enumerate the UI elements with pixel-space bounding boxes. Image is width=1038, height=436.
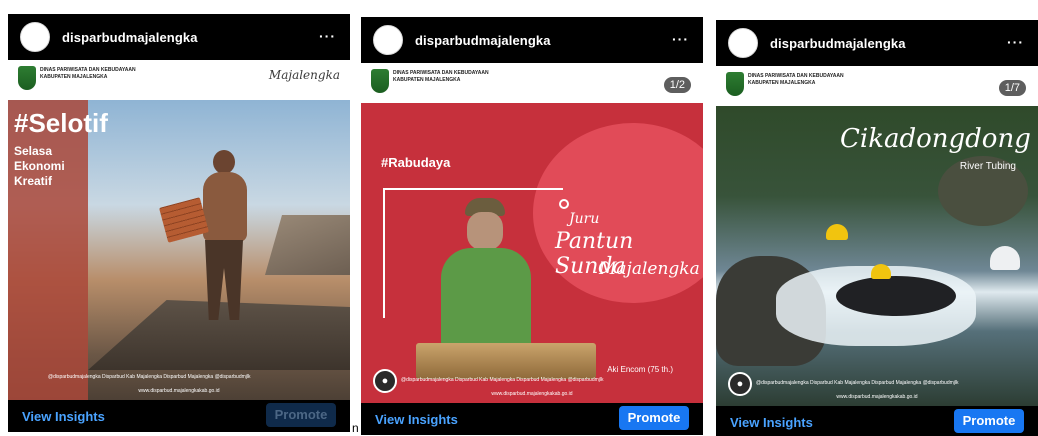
more-options-icon[interactable]: ···: [1007, 34, 1024, 50]
action-bar: View Insights Promote: [716, 406, 1038, 436]
regency-emblem-icon: [726, 72, 744, 96]
avatar-logo: [377, 34, 399, 46]
avatar[interactable]: [728, 28, 758, 58]
stray-text: n: [352, 421, 359, 435]
post-header: disparbudmajalengka ···: [8, 14, 350, 60]
inner-tube: [836, 276, 956, 316]
post-card: disparbudmajalengka ··· #Rabudaya Juru P…: [361, 17, 703, 435]
username[interactable]: disparbudmajalengka: [62, 30, 198, 45]
pantun-sunda-artwork: #Rabudaya Juru Pantun Sunda Majalengka A…: [361, 103, 703, 403]
yellow-helmet: [826, 224, 848, 240]
carousel-counter: 1/2: [663, 77, 691, 93]
kacapi-instrument: [416, 343, 596, 379]
avatar[interactable]: [373, 25, 403, 55]
bricks: [159, 197, 209, 243]
shed-roof: [265, 215, 350, 275]
post-subtitle: River Tubing: [959, 161, 1016, 172]
script-title-line-1: Juru: [569, 211, 600, 227]
post-image[interactable]: #Selotif Selasa Ekonomi Kreatif DINAS PA…: [8, 60, 350, 400]
username[interactable]: disparbudmajalengka: [770, 36, 906, 51]
post-card: disparbudmajalengka ··· Cikadongdong Riv…: [716, 20, 1038, 436]
feed-screenshot: disparbudmajalengka ··· #Selotif Selasa …: [0, 0, 1038, 436]
user-tag-icon[interactable]: ●: [373, 369, 397, 393]
action-bar: View Insights Promote: [361, 403, 703, 435]
brand-strip: DINAS PARIWISATA DAN KEBUDAYAAN KABUPATE…: [361, 63, 703, 103]
decorative-dot: [559, 199, 569, 209]
majalengka-logo: Majalengka: [268, 68, 340, 82]
post-header: disparbudmajalengka ···: [361, 17, 703, 63]
social-handles: @disparbudmajalengka Disparbud Kab Majal…: [401, 377, 604, 383]
brand-strip: DINAS PARIWISATA DAN KEBUDAYAAN KABUPATE…: [716, 66, 1038, 106]
regency-emblem-icon: [371, 69, 389, 93]
action-bar: View Insights Promote: [8, 400, 350, 432]
post-title: Cikadongdong: [840, 124, 1031, 154]
avatar-logo: [24, 31, 46, 43]
carousel-counter: 1/7: [998, 80, 1026, 96]
more-options-icon[interactable]: ···: [319, 28, 336, 44]
white-helmet: [990, 246, 1020, 270]
brand-text: DINAS PARIWISATA DAN KEBUDAYAAN KABUPATE…: [40, 67, 136, 80]
promote-button[interactable]: Promote: [266, 403, 336, 427]
post-card: disparbudmajalengka ··· #Selotif Selasa …: [8, 14, 350, 432]
script-title-line-3: Majalengka: [599, 259, 700, 279]
website-url: www.disparbud.majalengkakab.go.id: [836, 394, 918, 400]
post-image[interactable]: #Rabudaya Juru Pantun Sunda Majalengka A…: [361, 63, 703, 403]
avatar-logo: [732, 37, 754, 49]
more-options-icon[interactable]: ···: [672, 31, 689, 47]
post-image[interactable]: Cikadongdong River Tubing DINAS PARIWISA…: [716, 66, 1038, 406]
promote-button[interactable]: Promote: [954, 409, 1024, 433]
yellow-helmet: [871, 264, 891, 279]
post-hashtag: #Rabudaya: [381, 155, 451, 170]
social-handles: @disparbudmajalengka Disparbud Kab Majal…: [756, 380, 959, 386]
user-tag-icon[interactable]: ●: [728, 372, 752, 396]
website-url: www.disparbud.majalengkakab.go.id: [491, 391, 573, 397]
decorative-line: [383, 188, 563, 190]
post-subtitle: Selasa Ekonomi Kreatif: [14, 144, 65, 188]
photo-caption: Aki Encom (75 th.): [607, 365, 673, 374]
social-handles: @disparbudmajalengka Disparbud Kab Majal…: [48, 374, 251, 380]
brand-text: DINAS PARIWISATA DAN KEBUDAYAAN KABUPATE…: [748, 73, 844, 86]
view-insights-link[interactable]: View Insights: [730, 415, 813, 430]
brick-worker-photo: #Selotif Selasa Ekonomi Kreatif: [8, 100, 350, 400]
worker-figure: [159, 150, 253, 320]
brand-strip: DINAS PARIWISATA DAN KEBUDAYAAN KABUPATE…: [8, 60, 350, 100]
promote-button[interactable]: Promote: [619, 406, 689, 430]
post-title: #Selotif: [14, 108, 108, 138]
decorative-line: [383, 188, 385, 318]
brand-text: DINAS PARIWISATA DAN KEBUDAYAAN KABUPATE…: [393, 70, 489, 83]
view-insights-link[interactable]: View Insights: [22, 409, 105, 424]
view-insights-link[interactable]: View Insights: [375, 412, 458, 427]
avatar[interactable]: [20, 22, 50, 52]
username[interactable]: disparbudmajalengka: [415, 33, 551, 48]
website-url: www.disparbud.majalengkakab.go.id: [138, 388, 220, 394]
post-header: disparbudmajalengka ···: [716, 20, 1038, 66]
river-tubing-photo: Cikadongdong River Tubing: [716, 106, 1038, 406]
regency-emblem-icon: [18, 66, 36, 90]
